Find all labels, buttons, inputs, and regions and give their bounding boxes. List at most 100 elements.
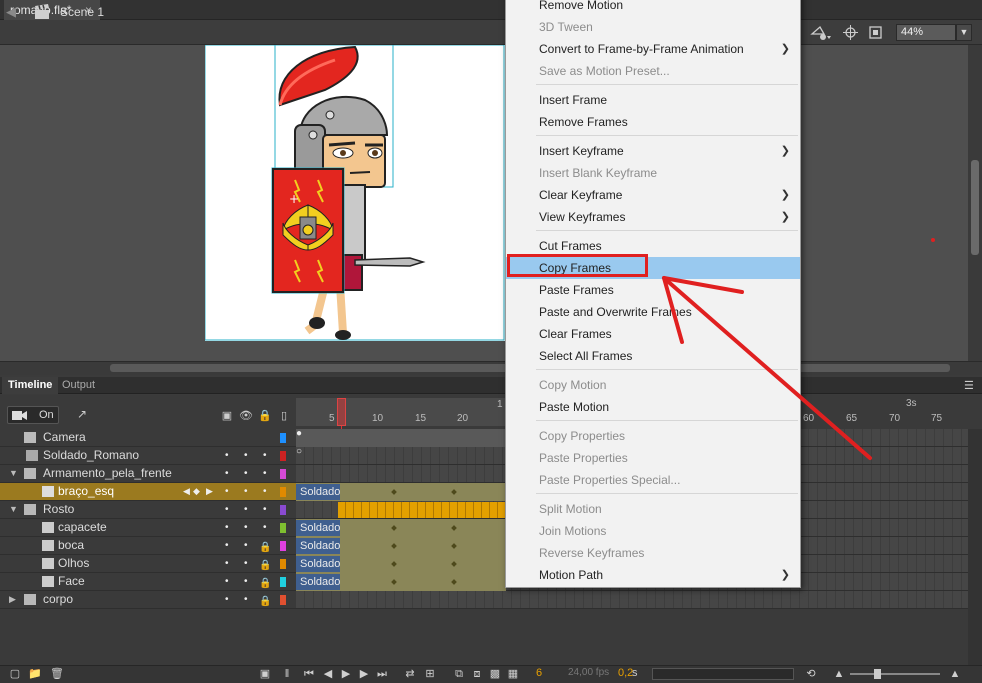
menu-item-insert-frame[interactable]: Insert Frame xyxy=(506,89,800,111)
timeline-vertical-scrollbar[interactable] xyxy=(968,429,982,665)
go-to-last-frame-icon[interactable]: ⏭ xyxy=(375,667,389,681)
new-folder-icon[interactable]: 📁 xyxy=(28,667,42,681)
visibility-dot[interactable]: • xyxy=(225,501,229,518)
visibility-dot[interactable]: • xyxy=(244,447,248,464)
camera-layer-icon[interactable]: ▣ xyxy=(220,409,234,423)
zoom-level-input[interactable]: 44% xyxy=(896,24,956,41)
menu-item-remove-motion[interactable]: Remove Motion xyxy=(506,0,800,16)
lock-icon[interactable]: 🔒 xyxy=(259,557,271,574)
center-frame-icon[interactable]: ⊞ xyxy=(423,667,437,681)
visibility-dot[interactable]: • xyxy=(225,555,229,572)
stage-vertical-scroll-thumb[interactable] xyxy=(971,160,979,255)
menu-item-motion-path[interactable]: Motion Path ❯ xyxy=(506,564,800,586)
folder-collapsed-icon[interactable]: ▶ xyxy=(9,591,16,608)
visibility-dot[interactable]: • xyxy=(244,465,248,482)
layer-row-armamento-pela-frente[interactable]: ▼ Armamento_pela_frente • • • xyxy=(0,465,296,483)
center-stage-icon[interactable] xyxy=(843,25,858,40)
layer-row-capacete[interactable]: capacete • • • xyxy=(0,519,296,537)
keyframe-dot[interactable]: ● xyxy=(296,428,302,439)
loop-icon[interactable]: ⇄ xyxy=(403,667,417,681)
visibility-dot[interactable]: • xyxy=(225,573,229,590)
layer-row-camera[interactable]: Camera xyxy=(0,429,296,447)
eye-icon[interactable]: 👁 xyxy=(239,409,253,423)
onion-outline-icon[interactable]: ⧈ xyxy=(470,667,484,681)
frame-zoom-slider[interactable] xyxy=(850,673,940,675)
step-forward-icon[interactable]: ▶ xyxy=(357,667,371,681)
menu-item-convert-to-frame-by-frame[interactable]: Convert to Frame-by-Frame Animation ❯ xyxy=(506,38,800,60)
lock-icon[interactable]: 🔒 xyxy=(258,409,272,423)
folder-expand-icon[interactable]: ▼ xyxy=(9,465,18,482)
timeline-horizontal-scrollbar[interactable] xyxy=(652,668,794,680)
layer-row-braco-esq[interactable]: braço_esq ◀ ◆ ▶ • • • xyxy=(0,483,296,501)
frame-zoom-thumb[interactable] xyxy=(874,669,881,679)
visibility-dot[interactable]: • xyxy=(225,519,229,536)
visibility-dot[interactable]: • xyxy=(225,537,229,554)
elapsed-time[interactable]: 0,2 xyxy=(618,667,633,679)
layer-row-face[interactable]: Face • • 🔒 xyxy=(0,573,296,591)
new-layer-icon[interactable]: ▢ xyxy=(8,667,22,681)
go-to-first-frame-icon[interactable]: ⏮ xyxy=(302,667,316,681)
layer-row-corpo[interactable]: ▶ corpo • • 🔒 xyxy=(0,591,296,609)
trash-icon[interactable]: 🗑 xyxy=(50,667,64,681)
back-arrow-icon[interactable]: ◀ xyxy=(6,4,22,20)
frame-rate[interactable]: 24,00 fps xyxy=(568,667,609,678)
layer-row-olhos[interactable]: Olhos • • 🔒 xyxy=(0,555,296,573)
divider-handle-icon[interactable]: ‖ xyxy=(280,667,294,681)
visibility-dot[interactable]: • xyxy=(225,591,229,608)
graph-icon[interactable]: ↗ xyxy=(77,407,93,423)
visibility-dot[interactable]: • xyxy=(263,501,267,518)
layer-row-boca[interactable]: boca • • 🔒 xyxy=(0,537,296,555)
visibility-dot[interactable]: • xyxy=(244,573,248,590)
selected-frames[interactable] xyxy=(338,502,506,518)
menu-item-insert-keyframe[interactable]: Insert Keyframe ❯ xyxy=(506,140,800,162)
edit-multiple-frames-icon[interactable]: ▩ xyxy=(488,667,502,681)
zoom-in-icon[interactable]: ▲ xyxy=(948,667,962,681)
lock-icon[interactable]: 🔒 xyxy=(259,593,271,610)
play-icon[interactable]: ▶ xyxy=(339,667,353,681)
tab-output[interactable]: Output xyxy=(56,377,101,394)
visibility-dot[interactable]: • xyxy=(263,465,267,482)
visibility-dot[interactable]: • xyxy=(263,483,267,500)
edit-symbols-icon[interactable] xyxy=(810,24,832,42)
menu-item-view-keyframes[interactable]: View Keyframes ❯ xyxy=(506,206,800,228)
visibility-dot[interactable]: • xyxy=(263,519,267,536)
next-keyframe-icon[interactable]: ▶ xyxy=(206,483,213,500)
panel-menu-icon[interactable]: ☰ xyxy=(964,379,974,392)
menu-item-clear-keyframe[interactable]: Clear Keyframe ❯ xyxy=(506,184,800,206)
current-frame[interactable]: 6 xyxy=(536,667,542,679)
zoom-out-icon[interactable]: ▲ xyxy=(832,667,846,681)
frames-span[interactable] xyxy=(296,429,506,447)
chevron-down-icon[interactable]: ▼ xyxy=(956,24,972,41)
lock-icon[interactable]: 🔒 xyxy=(259,539,271,556)
visibility-dot[interactable]: • xyxy=(244,537,248,554)
visibility-dot[interactable]: • xyxy=(244,555,248,572)
visibility-dot[interactable]: • xyxy=(225,465,229,482)
camera-frame-icon[interactable]: ▣ xyxy=(258,667,272,681)
tab-timeline[interactable]: Timeline xyxy=(2,377,59,394)
undo-scroll-icon[interactable]: ⟲ xyxy=(804,667,818,681)
frames-row[interactable] xyxy=(296,591,982,609)
onion-skin-icon[interactable]: ⧉ xyxy=(452,667,466,681)
scene-label[interactable]: Scene 1 xyxy=(60,5,104,19)
visibility-dot[interactable]: • xyxy=(225,447,229,464)
visibility-dot[interactable]: • xyxy=(263,447,267,464)
prev-keyframe-icon[interactable]: ◀ xyxy=(183,483,190,500)
visibility-dot[interactable]: • xyxy=(244,591,248,608)
roman-soldier-artwork[interactable]: + xyxy=(205,45,505,341)
outline-icon[interactable]: ▯ xyxy=(277,409,291,423)
visibility-dot[interactable]: • xyxy=(225,483,229,500)
menu-item-remove-frames[interactable]: Remove Frames xyxy=(506,111,800,133)
modify-markers-icon[interactable]: ▦ xyxy=(506,667,520,681)
visibility-dot[interactable]: • xyxy=(244,483,248,500)
layer-row-rosto[interactable]: ▼ Rosto • • • xyxy=(0,501,296,519)
add-keyframe-icon[interactable]: ◆ xyxy=(193,483,200,500)
visibility-dot[interactable]: • xyxy=(244,501,248,518)
lock-icon[interactable]: 🔒 xyxy=(259,575,271,592)
empty-keyframe[interactable]: ○ xyxy=(296,446,302,457)
clip-content-icon[interactable] xyxy=(868,25,883,40)
playhead[interactable] xyxy=(337,398,346,426)
folder-expand-icon[interactable]: ▼ xyxy=(9,501,18,518)
layer-row-soldado-romano[interactable]: Soldado_Romano • • • xyxy=(0,447,296,465)
visibility-dot[interactable]: • xyxy=(244,519,248,536)
step-back-icon[interactable]: ◀ xyxy=(321,667,335,681)
